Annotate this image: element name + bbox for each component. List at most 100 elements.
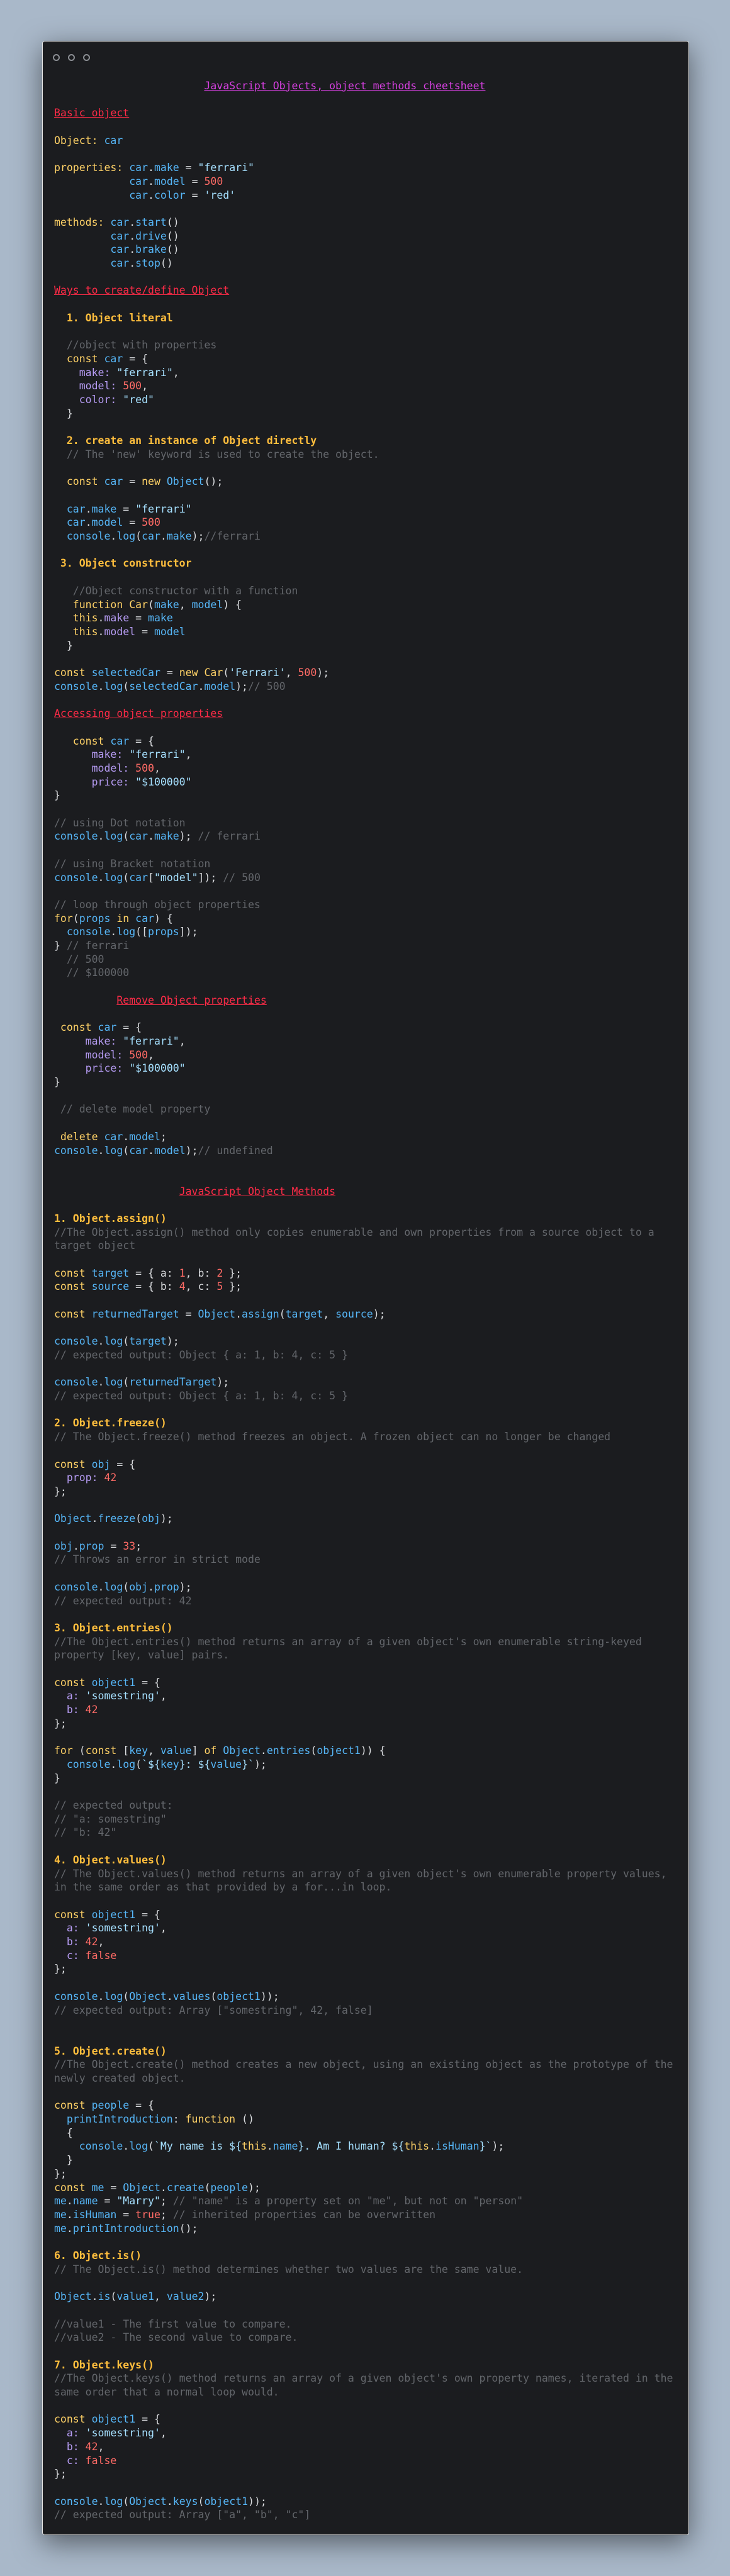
code-token: false	[85, 2454, 117, 2467]
code-token: 1. Object.assign()	[54, 1212, 167, 1224]
code-token: log	[104, 1580, 123, 1593]
code-line: const object1 = {	[54, 1676, 677, 1690]
code-line: a: 'somestring',	[54, 2426, 677, 2440]
code-token: prop	[79, 1540, 104, 1552]
code-token: .	[98, 2495, 104, 2507]
code-token: 500	[298, 667, 317, 679]
code-token: model	[191, 598, 223, 611]
code-token: = {	[123, 352, 149, 365]
code-token: Object:	[54, 134, 104, 147]
code-token: 4. Object.values()	[54, 1853, 167, 1866]
code-line: };	[54, 1962, 677, 1976]
code-token: function	[185, 2113, 242, 2126]
code-token: (	[110, 2290, 117, 2303]
code-token: target	[285, 1307, 323, 1320]
code-token: ,	[160, 1922, 167, 1935]
code-token: 6. Object.is()	[54, 2250, 142, 2262]
code-token: // 500	[54, 953, 104, 965]
code-token: log	[129, 2140, 149, 2153]
code-token: make	[166, 530, 192, 543]
code-token: // "name" is a property set on "me", but…	[172, 2195, 524, 2207]
code-line: Object.freeze(obj);	[54, 1512, 677, 1526]
code-token: ;	[160, 2209, 173, 2221]
code-token: target	[129, 1335, 167, 1348]
code-token: model	[154, 1144, 186, 1157]
code-token: `My name is ${	[154, 2140, 242, 2153]
code-token: ]	[191, 1745, 205, 1757]
code-token: car	[110, 257, 130, 270]
code-token: .	[98, 680, 104, 692]
code-token: const	[54, 1676, 92, 1689]
code-token: };	[54, 1717, 67, 1729]
maximize-window-icon[interactable]	[83, 54, 90, 61]
code-line: JavaScript Objects, object methods cheet…	[54, 79, 677, 93]
code-line: a: 'somestring',	[54, 1689, 677, 1703]
code-token: console	[54, 871, 98, 884]
code-token: object1	[204, 2495, 249, 2507]
code-token: );	[204, 2290, 217, 2303]
code-token: }	[54, 1772, 60, 1784]
code-token: ,	[285, 667, 298, 679]
code-token: function	[54, 598, 130, 611]
code-line: Object: car	[54, 134, 677, 148]
code-line: 2. create an instance of Object directly	[54, 434, 677, 448]
code-token: //object with properties	[54, 339, 217, 352]
code-token: 2	[216, 1267, 223, 1279]
code-line: me.printIntroduction();	[54, 2222, 677, 2236]
code-token: =	[104, 2181, 123, 2194]
code-token: make	[104, 612, 130, 625]
code-token: target	[91, 1267, 130, 1279]
minimize-window-icon[interactable]	[68, 54, 75, 61]
code-token: ,	[154, 762, 160, 774]
code-token: 7. Object.keys()	[54, 2358, 154, 2371]
code-line: c: false	[54, 2454, 677, 2468]
code-line: //Object constructor with a function	[54, 584, 677, 598]
code-line: 1. Object literal	[54, 311, 677, 325]
close-window-icon[interactable]	[53, 54, 60, 61]
code-line: for(props in car) {	[54, 912, 677, 926]
code-token: .	[98, 1376, 104, 1389]
code-token: .	[72, 1540, 79, 1552]
code-line: } // ferrari	[54, 939, 677, 953]
code-line: }	[54, 2153, 677, 2167]
code-line: methods: car.start()	[54, 216, 677, 230]
code-line: a: 'somestring',	[54, 1921, 677, 1935]
code-token: //value2 - The second value to compare.	[54, 2331, 298, 2344]
code-token: 500	[204, 175, 223, 187]
code-token: .	[85, 516, 92, 529]
code-token: console	[54, 1990, 98, 2002]
code-line: // expected output: Object { a: 1, b: 4,…	[54, 1348, 677, 1362]
code-token: const	[85, 1745, 123, 1757]
code-token: console	[54, 830, 98, 843]
code-token: // expected output:	[54, 1799, 173, 1811]
code-line: 7. Object.keys()	[54, 2358, 677, 2372]
code-token: }	[54, 940, 67, 952]
code-token: props	[79, 912, 111, 924]
code-token: )) {	[360, 1745, 386, 1757]
code-token: .	[98, 1144, 104, 1157]
code-token: // $100000	[54, 967, 130, 979]
code-token: // inherited properties can be overwritt…	[172, 2209, 436, 2221]
code-token: a:	[54, 1690, 86, 1702]
code-token: };	[54, 2167, 67, 2180]
code-token: .	[110, 1758, 117, 1770]
code-token: }: ${	[179, 1758, 211, 1770]
code-line: // loop through object properties	[54, 898, 677, 912]
code-token: model	[104, 625, 136, 638]
code-token: Object	[54, 2290, 92, 2303]
code-token: .	[429, 2140, 436, 2153]
code-token: prop	[154, 1580, 179, 1593]
code-token: );	[185, 1144, 198, 1157]
